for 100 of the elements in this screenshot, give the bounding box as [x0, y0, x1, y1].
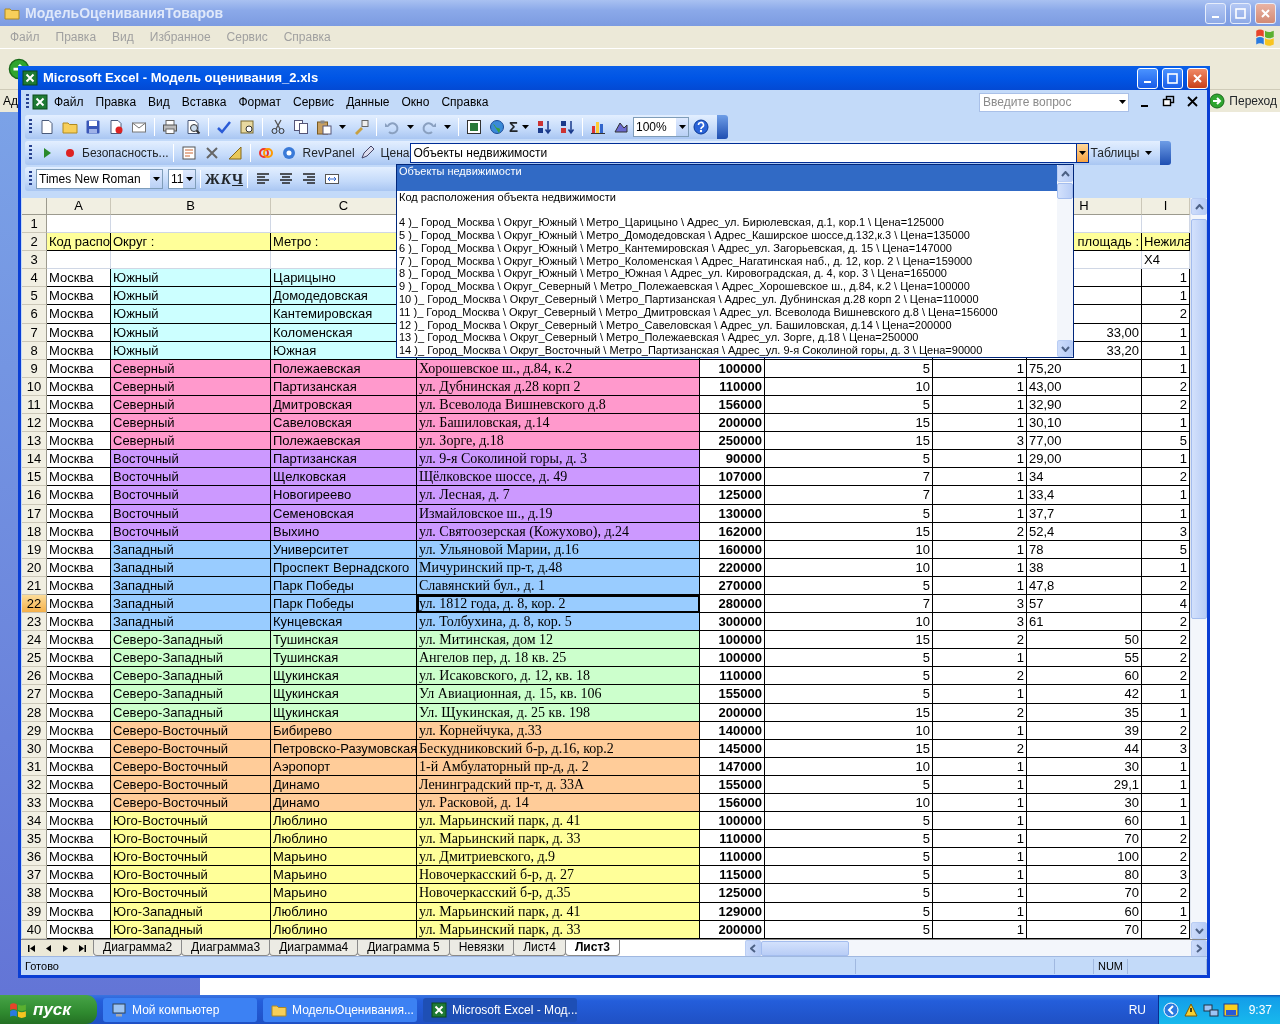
scroll-right-button[interactable]	[1191, 939, 1207, 957]
row-header[interactable]: 37	[22, 866, 47, 885]
scrollbar-thumb[interactable]	[1057, 183, 1073, 199]
menu-item[interactable]: Сервис	[287, 93, 341, 111]
caret-icon[interactable]	[1119, 100, 1126, 104]
row-header[interactable]: 2	[22, 233, 47, 252]
sheet-tab[interactable]: Диаграмма4	[269, 940, 359, 956]
taskbar-button[interactable]: МодельОценивания...	[263, 997, 417, 1022]
menu-item[interactable]: Файл	[48, 93, 90, 111]
category-combo[interactable]: Объекты недвижимости	[410, 143, 1090, 163]
sheet-tab[interactable]: Диаграмма 5	[357, 940, 450, 956]
list-item[interactable]: Код расположения объекта недвижимости	[397, 190, 1057, 217]
scrollbar[interactable]	[1190, 198, 1207, 939]
row-header[interactable]: 14	[22, 450, 47, 469]
font-size-combo[interactable]: 11	[168, 169, 196, 189]
last-sheet-button[interactable]	[79, 943, 86, 953]
start-button[interactable]: пуск	[0, 995, 97, 1024]
caret-icon[interactable]	[336, 125, 349, 129]
row-header[interactable]: 23	[22, 613, 47, 632]
toolbar-grip[interactable]	[29, 145, 32, 161]
sheet-tab[interactable]: Диаграмма2	[93, 940, 183, 956]
security-button[interactable]: Безопасность...	[82, 144, 169, 162]
sheet-tab[interactable]: Лист3	[564, 940, 620, 956]
menu-item[interactable]: Окно	[395, 93, 436, 111]
column-header[interactable]: H	[1077, 198, 1091, 214]
sheet-tab[interactable]: Диаграмма3	[181, 940, 271, 956]
row-header[interactable]: 5	[22, 287, 47, 306]
toolbar-options-button[interactable]	[1160, 141, 1172, 165]
row-header[interactable]: 16	[22, 486, 47, 505]
row-header[interactable]: 35	[22, 830, 47, 849]
list-item[interactable]: 10 )_ Город_Москва \ Округ_Северный \ Метро_Партизанская \ Адрес_ул. Дубнинская д.28 корп 2 \ Цена=110000	[397, 292, 1057, 306]
list-item[interactable]: 9 )_ Город_Москва \ Округ_Северный \ Метро_Полежаевская \ Адрес_Хорошевское ш., д.84, к.2 \ Цена=100000	[397, 280, 1057, 293]
list-item[interactable]: 7 )_ Город_Москва \ Округ_Южный \ Метро_Коломенская \ Адрес_Нагатинская наб., д. 12, кор. 2 \ Цена=159000	[397, 254, 1057, 268]
scroll-up-button[interactable]	[1191, 198, 1207, 215]
row-header[interactable]: 12	[22, 414, 47, 433]
caret-icon[interactable]	[441, 125, 454, 129]
column-header[interactable]: A	[72, 198, 85, 214]
language-indicator[interactable]: RU	[1128, 1000, 1146, 1019]
previous-sheet-button[interactable]	[45, 943, 52, 953]
row-header[interactable]: 25	[22, 649, 47, 668]
bold-button[interactable]: Ж	[205, 167, 220, 191]
underline-button[interactable]: Ч	[232, 167, 244, 191]
revpanel-button[interactable]: RevPanel	[277, 144, 355, 162]
question-field[interactable]: Введите вопрос	[979, 92, 1129, 112]
taskbar-button[interactable]: Мой компьютер	[103, 997, 257, 1022]
menu-item[interactable]: Справка	[435, 93, 495, 111]
sum-button[interactable]: Σ	[509, 115, 518, 139]
row-header[interactable]: 36	[22, 848, 47, 867]
go-button[interactable]: Переход	[1209, 92, 1277, 110]
row-header[interactable]: 1	[22, 215, 47, 234]
column-header[interactable]: B	[184, 198, 197, 214]
help-icon[interactable]	[690, 119, 712, 135]
chevron-icon[interactable]	[1163, 1001, 1179, 1018]
scrollbar[interactable]	[745, 940, 1207, 956]
menu-item[interactable]: Формат	[232, 93, 288, 111]
toolbar-grip[interactable]	[29, 119, 32, 135]
toolbar-options-button[interactable]	[717, 115, 728, 139]
column-header[interactable]: I	[1161, 198, 1170, 214]
caret-icon[interactable]	[404, 125, 417, 129]
spreadsheet-icon[interactable]	[32, 94, 48, 110]
tables-button[interactable]: Таблицы	[1090, 144, 1156, 162]
row-header[interactable]: 33	[22, 794, 47, 813]
row-header[interactable]: 4	[22, 269, 47, 288]
caret-icon[interactable]	[519, 125, 532, 129]
warning-icon[interactable]	[1183, 1001, 1199, 1018]
row-header[interactable]: 27	[22, 685, 47, 704]
italic-button[interactable]: К	[220, 167, 232, 191]
scrollbar[interactable]	[1057, 165, 1073, 357]
toolbar-grip[interactable]	[29, 171, 32, 187]
scroll-up-button[interactable]	[1057, 165, 1073, 182]
column-header[interactable]: C	[336, 198, 351, 214]
menu-item[interactable]: Вставка	[175, 93, 233, 111]
menu-item[interactable]: Данные	[340, 93, 396, 111]
first-sheet-button[interactable]	[28, 943, 35, 953]
close-button[interactable]	[1255, 2, 1276, 24]
menu-item[interactable]: Правка	[89, 93, 143, 111]
next-sheet-button[interactable]	[62, 943, 69, 953]
price-button[interactable]: Цена	[355, 144, 410, 162]
list-item[interactable]: Объекты недвижимости	[397, 165, 1057, 191]
network-icon[interactable]	[1203, 1001, 1219, 1018]
row-header[interactable]: 24	[22, 631, 47, 650]
row-header[interactable]: 3	[22, 251, 47, 270]
row-header[interactable]: 38	[22, 884, 47, 903]
scrollbar-thumb[interactable]	[1191, 219, 1207, 619]
scroll-left-button[interactable]	[745, 939, 761, 957]
row-header[interactable]: 34	[22, 812, 47, 831]
taskbar-button[interactable]: Microsoft Excel - Мод...	[423, 997, 577, 1022]
font-combo[interactable]: Times New Roman	[36, 169, 163, 189]
row-header[interactable]: 13	[22, 432, 47, 451]
zoom-combo[interactable]: 100%	[633, 117, 689, 137]
list-item[interactable]: 8 )_ Город_Москва \ Округ_Южный \ Метро_Южная \ Адрес_ул. Кировоградская, д. 4, кор. 3 \ Цена=165000	[397, 267, 1057, 281]
row-header[interactable]: 6	[22, 305, 47, 324]
scrollbar-thumb[interactable]	[761, 940, 849, 956]
scroll-down-button[interactable]	[1191, 922, 1207, 939]
scroll-down-button[interactable]	[1057, 340, 1073, 357]
toolbar-grip[interactable]	[26, 94, 29, 110]
menu-item[interactable]: Вид	[142, 93, 176, 111]
sheet-tab[interactable]: Невязки	[448, 940, 515, 956]
cube-icon[interactable]	[1223, 1001, 1239, 1018]
row-header[interactable]: 15	[22, 468, 47, 487]
